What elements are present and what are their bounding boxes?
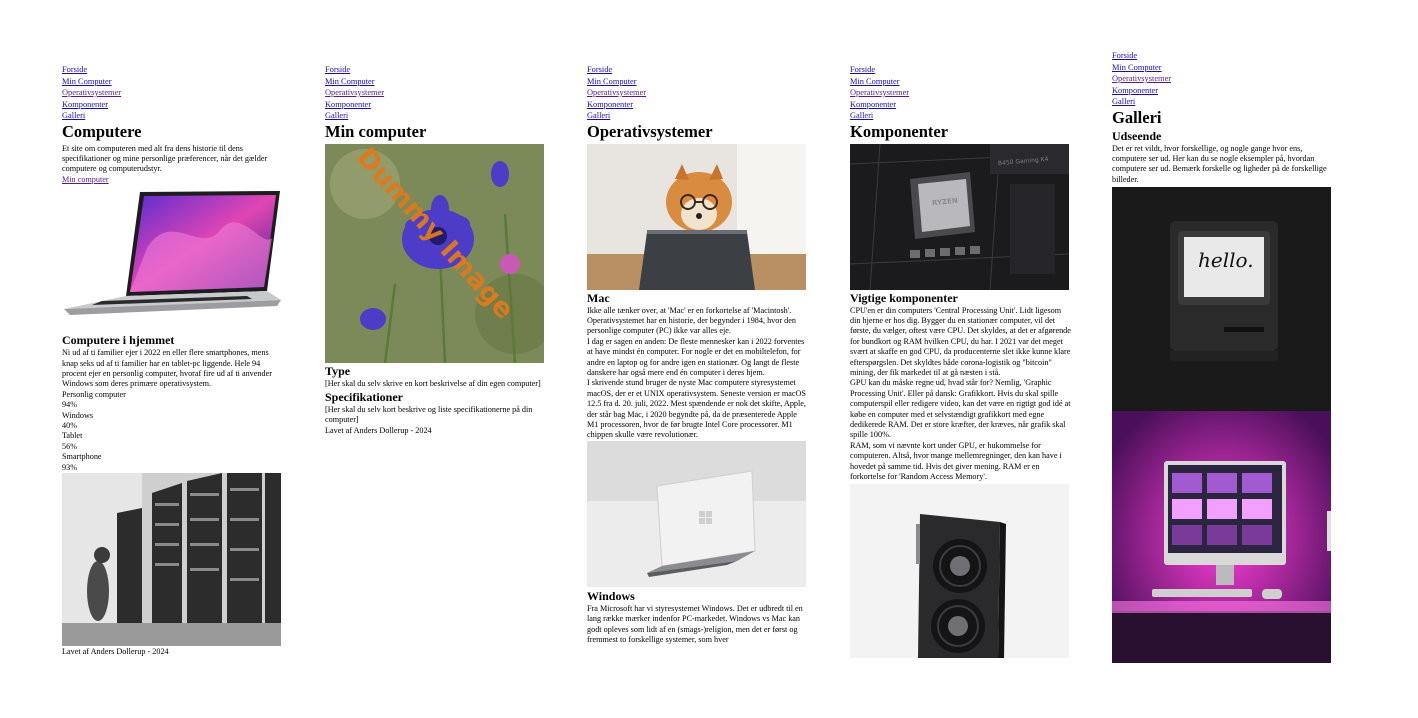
section-heading-home: Computere i hjemmet: [62, 333, 175, 348]
look-text: Det er ret vildt, hvor forskellige, og n…: [1112, 143, 1327, 184]
nav-link-galleri[interactable]: Galleri: [325, 110, 547, 122]
motherboard-cpu-image: B450 Gaming K4 RYZEN: [850, 143, 1069, 290]
page-title: Komponenter: [850, 121, 949, 141]
stat-label: Tablet: [62, 431, 83, 441]
stat-value: 56%: [62, 441, 78, 451]
desk-setup-image: [1112, 411, 1331, 664]
nav-link-operativsystemer[interactable]: Operativsystemer: [62, 87, 284, 99]
section-heading-look: Udseende: [1112, 128, 1162, 143]
home-text: Ni ud af ti familier ejer i 2022 en elle…: [62, 348, 272, 389]
nav-menu: Forside Min Computer Operativsystemer Ko…: [587, 64, 809, 122]
intro-text: Et site om computeren med alt fra dens h…: [62, 143, 268, 174]
section-heading-components: Vigtige komponenter: [850, 290, 958, 305]
retro-mac-image: hello.: [1112, 187, 1331, 412]
nav-link-galleri[interactable]: Galleri: [62, 110, 284, 122]
nav-link-galleri[interactable]: Galleri: [1112, 96, 1334, 108]
hello-screen-text: hello.: [1198, 248, 1254, 273]
cpu-chip-label: RYZEN: [931, 196, 959, 207]
nav-menu: Forside Min Computer Operativsystemer Ko…: [62, 64, 284, 122]
type-text: [Her skal du selv skrive en kort beskriv…: [325, 378, 541, 388]
nav-link-komponenter[interactable]: Komponenter: [850, 99, 1072, 111]
cpu-text: CPU'en er din computers 'Central Process…: [850, 305, 1071, 377]
nav-link-min-computer[interactable]: Min Computer: [850, 76, 1072, 88]
stats-list: Personlig computer 94% Windows 40% Table…: [62, 390, 284, 473]
nav-link-komponenter[interactable]: Komponenter: [62, 99, 284, 111]
page-title: Min computer: [325, 121, 427, 141]
stat-label: Smartphone: [62, 452, 102, 462]
nav-link-komponenter[interactable]: Komponenter: [1112, 85, 1334, 97]
min-computer-link[interactable]: Min computer: [62, 175, 109, 184]
nav-link-min-computer[interactable]: Min Computer: [325, 76, 547, 88]
footer-text: Lavet af Anders Dollerup - 2024: [62, 647, 169, 656]
nav-link-min-computer[interactable]: Min Computer: [1112, 62, 1334, 74]
section-heading-windows: Windows: [587, 588, 635, 603]
stat-value: 93%: [62, 462, 78, 472]
dummy-flower-image: Dummy Image: [325, 143, 544, 363]
section-heading-specs: Specifikationer: [325, 389, 403, 404]
section-heading-mac: Mac: [587, 290, 610, 305]
nav-link-forside[interactable]: Forside: [587, 64, 809, 76]
server-room-image: [62, 473, 281, 646]
page-komponenter: Forside Min Computer Operativsystemer Ko…: [850, 64, 1072, 668]
nav-link-operativsystemer[interactable]: Operativsystemer: [587, 87, 809, 99]
nav-link-operativsystemer[interactable]: Operativsystemer: [850, 87, 1072, 99]
nav-link-galleri[interactable]: Galleri: [850, 110, 1072, 122]
nav-link-galleri[interactable]: Galleri: [587, 110, 809, 122]
nav-link-komponenter[interactable]: Komponenter: [325, 99, 547, 111]
nav-menu: Forside Min Computer Operativsystemer Ko…: [325, 64, 547, 122]
graphics-card-image: [850, 484, 1069, 659]
stat-label: Personlig computer: [62, 389, 126, 399]
nav-link-forside[interactable]: Forside: [325, 64, 547, 76]
stat-label: Windows: [62, 410, 94, 420]
page-title: Galleri: [1112, 107, 1162, 127]
stat-value: 94%: [62, 400, 78, 410]
laptop-image: [62, 188, 281, 329]
page-galleri: Forside Min Computer Operativsystemer Ko…: [1112, 50, 1334, 668]
nav-link-operativsystemer[interactable]: Operativsystemer: [325, 87, 547, 99]
nav-link-forside[interactable]: Forside: [62, 64, 284, 76]
windows-text: Fra Microsoft har vi styresystemet Windo…: [587, 603, 803, 644]
mac-text-3: I skrivende stund bruger de nyste Mac co…: [587, 378, 806, 440]
nav-link-forside[interactable]: Forside: [1112, 50, 1334, 62]
mac-text-2: I dag er sagen en anden: De fleste menne…: [587, 336, 805, 377]
page-operativsystemer: Forside Min Computer Operativsystemer Ko…: [587, 64, 809, 668]
mac-text-1: Ikke alle tænker over, at 'Mac' er en fo…: [587, 305, 796, 336]
footer-text: Lavet af Anders Dollerup - 2024: [325, 425, 432, 435]
ram-text: RAM, som vi nævnte kort under GPU, er hu…: [850, 440, 1062, 481]
gpu-text: GPU kan du måske regne ud, hvad står for…: [850, 378, 1071, 440]
nav-link-forside[interactable]: Forside: [850, 64, 1072, 76]
nav-link-operativsystemer[interactable]: Operativsystemer: [1112, 73, 1334, 85]
stat-value: 40%: [62, 420, 78, 430]
page-min-computer: Forside Min Computer Operativsystemer Ko…: [325, 64, 547, 436]
nav-link-komponenter[interactable]: Komponenter: [587, 99, 809, 111]
section-heading-type: Type: [325, 363, 351, 378]
page-forside: Forside Min Computer Operativsystemer Ko…: [62, 64, 284, 657]
page-title: Computere: [62, 121, 142, 141]
surface-laptop-image: [587, 440, 806, 587]
page-title: Operativsystemer: [587, 121, 713, 141]
nav-link-min-computer[interactable]: Min Computer: [62, 76, 284, 88]
nav-menu: Forside Min Computer Operativsystemer Ko…: [850, 64, 1072, 122]
dog-with-laptop-image: [587, 143, 806, 290]
specs-text: [Her skal du selv kort beskrive og liste…: [325, 404, 533, 425]
nav-link-min-computer[interactable]: Min Computer: [587, 76, 809, 88]
nav-menu: Forside Min Computer Operativsystemer Ko…: [1112, 50, 1334, 108]
